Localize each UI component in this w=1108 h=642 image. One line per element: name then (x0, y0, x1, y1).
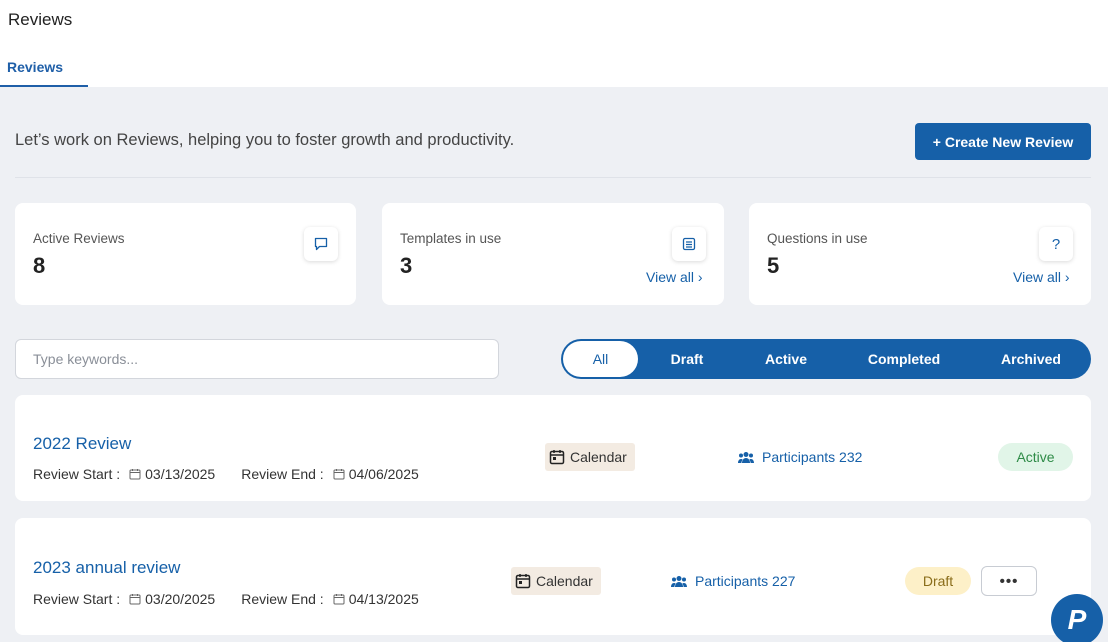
review-card[interactable]: 2023 annual review Review Start : 03/20/… (15, 518, 1091, 635)
review-start-date: 03/20/2025 (145, 591, 216, 607)
filter-completed[interactable]: Completed (854, 339, 954, 379)
stat-label: Questions in use (767, 231, 868, 246)
list-document-icon (672, 227, 706, 261)
review-card[interactable]: 2022 Review Review Start : 03/13/2025 Re… (15, 395, 1091, 501)
review-dates: Review Start : 03/20/2025 Review End : 0… (33, 591, 419, 607)
stat-label: Active Reviews (33, 231, 125, 246)
calendar-badge[interactable]: Calendar (545, 443, 635, 471)
participants-label: Participants 232 (762, 449, 863, 465)
review-title[interactable]: 2023 annual review (33, 558, 180, 578)
review-title[interactable]: 2022 Review (33, 434, 131, 454)
review-start-label: Review Start : (33, 466, 121, 482)
calendar-small-icon (333, 594, 345, 605)
participants-link[interactable]: Participants 232 (738, 449, 862, 465)
calendar-small-icon (129, 594, 141, 605)
calendar-label: Calendar (536, 573, 593, 589)
stat-card-questions: Questions in use 5 ? View all › (749, 203, 1091, 305)
page-title: Reviews (8, 10, 73, 29)
create-new-review-button[interactable]: + Create New Review (915, 123, 1091, 160)
users-icon (671, 575, 687, 587)
stat-card-active-reviews: Active Reviews 8 (15, 203, 356, 305)
review-start-label: Review Start : (33, 591, 121, 607)
calendar-badge[interactable]: Calendar (511, 567, 601, 595)
search-input[interactable] (15, 339, 499, 379)
calendar-label: Calendar (570, 449, 627, 465)
stat-label: Templates in use (400, 231, 502, 246)
review-dates: Review Start : 03/13/2025 Review End : 0… (33, 466, 419, 482)
filter-archived[interactable]: Archived (991, 339, 1071, 379)
question-icon: ? (1039, 227, 1073, 261)
filter-draft[interactable]: Draft (651, 339, 723, 379)
help-fab-button[interactable]: P (1051, 594, 1103, 642)
filter-all[interactable]: All (563, 341, 638, 377)
stat-value: 8 (33, 253, 46, 278)
review-start-date: 03/13/2025 (145, 466, 216, 482)
questions-view-all-link[interactable]: View all › (1013, 269, 1070, 285)
stat-card-templates: Templates in use 3 View all › (382, 203, 724, 305)
filter-active[interactable]: Active (746, 339, 826, 379)
review-end-date: 04/13/2025 (348, 591, 419, 607)
divider (15, 177, 1091, 178)
tab-label: Reviews (7, 59, 64, 75)
status-badge: Active (998, 443, 1073, 471)
calendar-small-icon (129, 469, 141, 480)
status-badge: Draft (905, 567, 971, 595)
intro-text: Let’s work on Reviews, helping you to fo… (15, 131, 515, 149)
status-filter-bar: All Draft Active Completed Archived (561, 339, 1091, 379)
top-bar: Reviews Reviews (0, 0, 1108, 87)
stat-value: 5 (767, 253, 780, 278)
users-icon (738, 451, 754, 463)
participants-label: Participants 227 (695, 573, 796, 589)
chat-bubble-icon (304, 227, 338, 261)
calendar-icon (515, 574, 531, 589)
tab-reviews[interactable]: Reviews (0, 48, 88, 87)
review-end-label: Review End : (241, 466, 324, 482)
templates-view-all-link[interactable]: View all › (646, 269, 703, 285)
review-end-date: 04/06/2025 (348, 466, 419, 482)
calendar-icon (549, 450, 565, 465)
calendar-small-icon (333, 469, 345, 480)
tab-active-indicator (0, 85, 88, 87)
stat-value: 3 (400, 253, 413, 278)
participants-link[interactable]: Participants 227 (671, 573, 795, 589)
review-end-label: Review End : (241, 591, 324, 607)
more-options-button[interactable]: ••• (981, 566, 1037, 596)
